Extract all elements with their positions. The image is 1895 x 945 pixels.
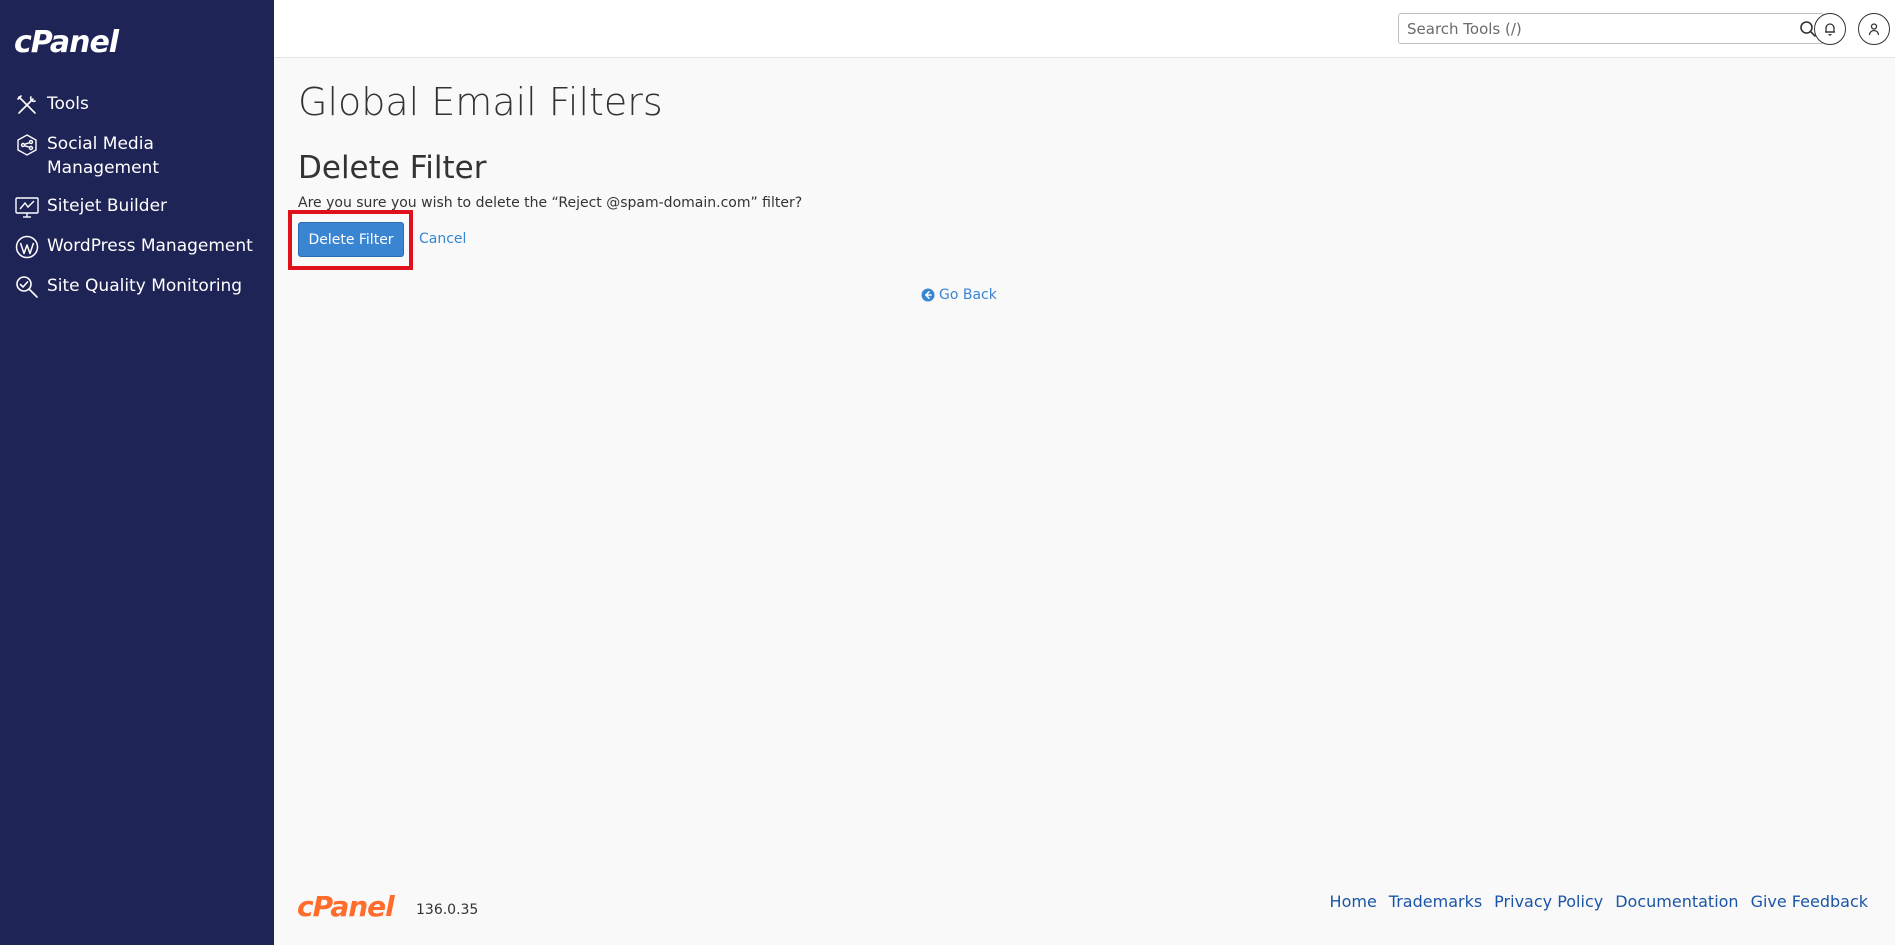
notifications-button[interactable] (1814, 13, 1846, 45)
sidebar-item-label: Site Quality Monitoring (47, 276, 243, 296)
sidebar-item-sitejet[interactable]: Sitejet Builder (0, 194, 274, 220)
version-text: 136.0.35 (416, 902, 479, 918)
page-title: Global Email Filters (298, 80, 663, 124)
sidebar-item-label: Tools (47, 94, 89, 114)
sidebar-item-label: WordPress Management (47, 236, 253, 256)
footer-links: Home Trademarks Privacy Policy Documenta… (1330, 892, 1868, 911)
cpanel-logo[interactable]: cPanel (14, 25, 119, 60)
footer-link-privacy-policy[interactable]: Privacy Policy (1494, 892, 1603, 911)
sidebar-item-tools[interactable]: Tools (0, 92, 274, 118)
footer-link-trademarks[interactable]: Trademarks (1389, 892, 1482, 911)
sidebar-item-social-media[interactable]: Social Media Management (0, 132, 274, 180)
sitejet-icon (14, 194, 40, 220)
user-menu-button[interactable] (1858, 13, 1890, 45)
footer-link-documentation[interactable]: Documentation (1615, 892, 1738, 911)
tools-icon (14, 92, 40, 118)
go-back-link[interactable]: Go Back (921, 287, 997, 303)
search-box (1398, 13, 1824, 44)
footer-link-home[interactable]: Home (1330, 892, 1377, 911)
search-input[interactable] (1407, 19, 1777, 39)
cancel-link[interactable]: Cancel (419, 231, 466, 247)
delete-filter-button[interactable]: Delete Filter (298, 222, 404, 257)
sidebar-item-label: Social Media Management (47, 134, 159, 178)
social-media-icon (14, 132, 40, 158)
bell-icon (1825, 23, 1835, 36)
sidebar-nav: Tools Social Media Management Sitejet Bu… (0, 92, 274, 314)
wordpress-icon (14, 234, 40, 260)
top-header (274, 0, 1895, 58)
arrow-circle-left-icon (921, 288, 935, 302)
sidebar-item-site-quality[interactable]: Site Quality Monitoring (0, 274, 274, 300)
footer-link-give-feedback[interactable]: Give Feedback (1751, 892, 1868, 911)
sidebar: cPanel Tools Social Media Management Sit… (0, 0, 274, 945)
sidebar-item-wordpress[interactable]: WordPress Management (0, 234, 274, 260)
user-icon (1868, 23, 1880, 36)
sidebar-item-label: Sitejet Builder (47, 196, 168, 216)
footer-cpanel-logo[interactable]: cPanel (297, 890, 395, 923)
go-back-label: Go Back (939, 287, 997, 303)
site-quality-icon (14, 274, 40, 300)
section-title: Delete Filter (298, 150, 487, 186)
confirm-message: Are you sure you wish to delete the “Rej… (298, 195, 803, 211)
